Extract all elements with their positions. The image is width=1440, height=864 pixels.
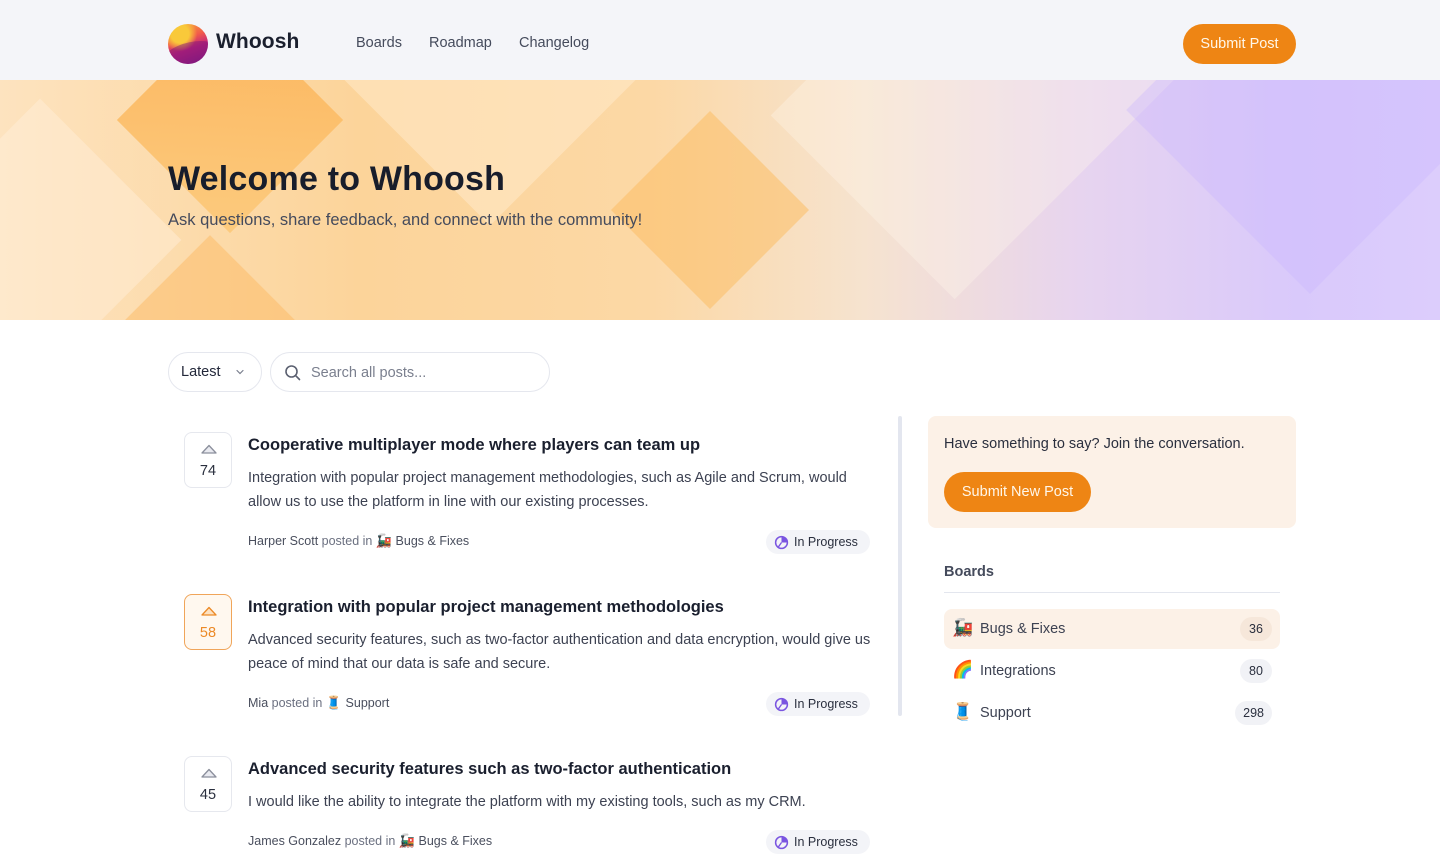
vote-count: 74 bbox=[199, 463, 217, 479]
posted-in-label: posted in bbox=[321, 534, 373, 548]
search-field[interactable] bbox=[270, 352, 550, 392]
hero-decor-shape bbox=[334, 80, 646, 226]
whoosh-logo-icon[interactable] bbox=[168, 24, 208, 64]
hero-subtitle: Ask questions, share feedback, and conne… bbox=[168, 211, 643, 229]
status-label: In Progress bbox=[794, 697, 858, 711]
post-title[interactable]: Integration with popular project managem… bbox=[248, 598, 724, 617]
board-name: Bugs & Fixes bbox=[980, 621, 1066, 637]
post-title[interactable]: Cooperative multiplayer mode where playe… bbox=[248, 436, 700, 455]
sort-dropdown[interactable]: Latest bbox=[168, 352, 262, 392]
status-badge[interactable]: In Progress bbox=[766, 692, 870, 716]
post-board-link[interactable]: Bugs & Fixes bbox=[396, 534, 470, 548]
submit-post-button[interactable]: Submit Post bbox=[1183, 24, 1296, 64]
hero-decor-shape bbox=[611, 111, 809, 309]
status-label: In Progress bbox=[794, 535, 858, 549]
content-divider bbox=[898, 416, 902, 716]
boards-heading: Boards bbox=[944, 564, 994, 580]
brand-name[interactable]: Whoosh bbox=[216, 30, 299, 54]
post-meta: Harper Scott posted in 🚂 Bugs & Fixes bbox=[248, 534, 469, 549]
post-body: Integration with popular project managem… bbox=[248, 470, 847, 510]
posted-in-label: posted in bbox=[344, 834, 396, 848]
status-label: In Progress bbox=[794, 835, 858, 849]
post-author[interactable]: James Gonzalez bbox=[248, 834, 341, 848]
board-item-bugs-fixes[interactable]: 🚂 Bugs & Fixes 36 bbox=[944, 609, 1280, 649]
board-count-badge: 298 bbox=[1235, 701, 1272, 725]
board-count-badge: 80 bbox=[1240, 659, 1272, 683]
posted-in-label: posted in bbox=[271, 696, 323, 710]
status-badge[interactable]: In Progress bbox=[766, 830, 870, 854]
board-count-badge: 36 bbox=[1240, 617, 1272, 641]
post-meta: Mia posted in 🧵 Support bbox=[248, 696, 389, 711]
status-badge[interactable]: In Progress bbox=[766, 530, 870, 554]
train-icon: 🚂 bbox=[375, 534, 393, 549]
hero-decor-shape bbox=[1126, 80, 1440, 294]
hero-title: Welcome to Whoosh bbox=[168, 160, 506, 198]
upvote-arrow-icon bbox=[201, 768, 217, 778]
submit-new-post-button[interactable]: Submit New Post bbox=[944, 472, 1091, 512]
post-author[interactable]: Mia bbox=[248, 696, 268, 710]
in-progress-icon bbox=[774, 697, 789, 711]
rainbow-icon: 🌈 bbox=[952, 660, 974, 680]
sort-selected-value: Latest bbox=[181, 364, 221, 380]
train-icon: 🚂 bbox=[398, 834, 415, 849]
post-board-link[interactable]: Bugs & Fixes bbox=[418, 834, 492, 848]
search-icon bbox=[285, 365, 301, 381]
nav-link-changelog[interactable]: Changelog bbox=[519, 35, 589, 51]
spool-icon: 🧵 bbox=[952, 702, 974, 722]
nav-link-boards[interactable]: Boards bbox=[356, 35, 402, 51]
vote-count: 45 bbox=[199, 787, 217, 803]
board-item-integrations[interactable]: 🌈 Integrations 80 bbox=[944, 651, 1280, 691]
board-name: Integrations bbox=[980, 663, 1056, 679]
hero-banner bbox=[0, 80, 1440, 320]
post-item: 74 Cooperative multiplayer mode where pl… bbox=[168, 432, 880, 562]
upvote-button[interactable]: 45 bbox=[184, 756, 232, 812]
top-navigation-bar: Whoosh Boards Roadmap Changelog Submit P… bbox=[0, 0, 1440, 80]
post-meta: James Gonzalez posted in 🚂 Bugs & Fixes bbox=[248, 834, 492, 849]
post-item: 58 Integration with popular project mana… bbox=[168, 594, 880, 724]
post-board-link[interactable]: Support bbox=[346, 696, 390, 710]
post-title[interactable]: Advanced security features such as two-f… bbox=[248, 760, 731, 779]
join-conversation-card: Have something to say? Join the conversa… bbox=[928, 416, 1296, 528]
boards-divider bbox=[944, 592, 1280, 593]
vote-count: 58 bbox=[199, 625, 217, 641]
cta-text: Have something to say? Join the conversa… bbox=[944, 436, 1245, 452]
nav-link-roadmap[interactable]: Roadmap bbox=[429, 35, 492, 51]
post-body: Advanced security features, such as two-… bbox=[248, 632, 871, 672]
upvote-button[interactable]: 58 bbox=[184, 594, 232, 650]
spool-icon: 🧵 bbox=[325, 696, 343, 711]
in-progress-icon bbox=[774, 835, 789, 849]
post-author[interactable]: Harper Scott bbox=[248, 534, 318, 548]
upvote-button[interactable]: 74 bbox=[184, 432, 232, 488]
in-progress-icon bbox=[774, 535, 789, 549]
post-body: I would like the ability to integrate th… bbox=[248, 794, 806, 810]
search-input[interactable] bbox=[311, 361, 536, 385]
upvote-arrow-icon bbox=[201, 606, 217, 616]
post-item: 45 Advanced security features such as tw… bbox=[168, 756, 880, 864]
board-item-support[interactable]: 🧵 Support 298 bbox=[944, 693, 1280, 733]
board-name: Support bbox=[980, 705, 1031, 721]
chevron-down-icon bbox=[236, 369, 244, 375]
train-icon: 🚂 bbox=[952, 618, 974, 638]
upvote-arrow-icon bbox=[201, 444, 217, 454]
